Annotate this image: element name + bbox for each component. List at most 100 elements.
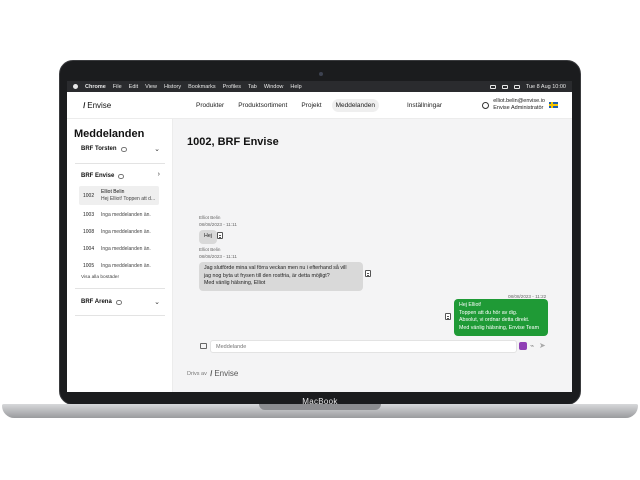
message-input[interactable] <box>216 343 496 350</box>
control-center-icon[interactable] <box>513 84 520 89</box>
app-header: \ Envise Produkter Produktsortiment Proj… <box>67 92 572 119</box>
nav-produkter[interactable]: Produkter <box>192 99 228 112</box>
message-sender: Elliot Belin <box>199 247 221 252</box>
thread-preview: Inga meddelanden än. <box>101 246 151 252</box>
message-meta: Elliot Belin 08/08/2023 - 11:11 <box>199 247 237 261</box>
paperclip-icon[interactable]: ⌁ <box>530 342 534 350</box>
camera <box>319 72 323 76</box>
footer-brand: Envise <box>214 369 239 378</box>
nav-installningar[interactable]: Inställningar <box>403 99 446 112</box>
thread-row-1005[interactable]: 1005 Inga meddelanden än. <box>79 258 159 274</box>
message-meta: Elliot Belin 08/08/2023 - 11:11 <box>199 215 237 229</box>
message-composer <box>210 340 517 353</box>
thread-row-1008[interactable]: 1008 Inga meddelanden än. <box>79 224 159 240</box>
sidebar-title: Meddelanden <box>74 128 145 140</box>
message-line: Toppen att du hör av dig. <box>459 309 518 316</box>
powered-by: Drivs av \ Envise <box>187 369 238 378</box>
menu-window[interactable]: Window <box>264 84 284 90</box>
message-bubble-incoming: Jag slutförde mina val förra veckan men … <box>199 262 363 292</box>
swedish-flag-icon[interactable] <box>549 102 558 109</box>
thread-id: 1003 <box>83 212 95 218</box>
chat-icon <box>120 146 127 152</box>
message-line: Med vänlig hälsning, Elliot <box>204 280 266 287</box>
footer-logo: \ Envise <box>208 369 239 378</box>
envise-logo[interactable]: \ Envise <box>81 101 112 110</box>
screen: Chrome File Edit View History Bookmarks … <box>67 81 572 392</box>
battery-icon[interactable] <box>489 84 496 89</box>
chat-icon <box>118 173 125 179</box>
user-role: Envise Administratör <box>493 105 544 112</box>
nav-meddelanden[interactable]: Meddelanden <box>331 99 379 112</box>
document-icon[interactable] <box>217 232 223 239</box>
show-all-link[interactable]: Visa alla bostäder <box>81 275 119 280</box>
menu-tab[interactable]: Tab <box>248 84 257 90</box>
menu-help[interactable]: Help <box>290 84 301 90</box>
user-info: elliot.belin@envise.io Envise Administra… <box>493 98 545 113</box>
image-attach-icon[interactable] <box>200 343 207 349</box>
menu-history[interactable]: History <box>164 84 181 90</box>
menubar-app-name[interactable]: Chrome <box>85 84 106 90</box>
sidebar: Meddelanden BRF Torsten ⌄ BRF Envise › 1… <box>67 119 173 392</box>
chevron-down-icon[interactable]: ⌄ <box>154 145 160 153</box>
group-name: BRF Torsten <box>81 146 117 152</box>
nav-projekt[interactable]: Projekt <box>297 99 325 112</box>
message-line: Absolut, vi ordnar detta direkt. <box>459 317 530 324</box>
group-name: BRF Arena <box>81 299 112 305</box>
message-sender: Elliot Belin <box>199 215 221 220</box>
message-timestamp: 08/08/2023 - 11:11 <box>199 221 237 227</box>
emoji-button[interactable] <box>519 342 527 350</box>
thread-preview: Inga meddelanden än. <box>101 229 151 235</box>
menu-view[interactable]: View <box>145 84 157 90</box>
message-line: Jag slutförde mina val förra veckan men … <box>204 265 347 271</box>
user-menu[interactable]: elliot.belin@envise.io Envise Administra… <box>482 98 558 113</box>
main-nav: Produkter Produktsortiment Projekt Medde… <box>192 99 446 112</box>
thread-text: Elliot Belin Hej Elliot! Toppen att d... <box>101 189 155 202</box>
menu-edit[interactable]: Edit <box>129 84 138 90</box>
chevron-right-icon[interactable]: › <box>158 171 160 178</box>
divider <box>75 288 165 289</box>
conversation-title: 1002, BRF Envise <box>187 136 279 148</box>
thread-row-1003[interactable]: 1003 Inga meddelanden än. <box>79 207 159 223</box>
mac-menubar: Chrome File Edit View History Bookmarks … <box>67 81 572 92</box>
laptop-scene: Chrome File Edit View History Bookmarks … <box>0 0 640 480</box>
laptop-brand-label: MacBook <box>302 397 338 406</box>
thread-row-1002[interactable]: 1002 Elliot Belin Hej Elliot! Toppen att… <box>79 186 159 205</box>
group-brf-envise[interactable]: BRF Envise <box>81 173 125 179</box>
message-line: Hej Elliot! <box>459 302 482 308</box>
nav-produktsortiment[interactable]: Produktsortiment <box>234 99 291 112</box>
apple-icon[interactable] <box>73 84 78 89</box>
thread-preview: Inga meddelanden än. <box>101 212 151 218</box>
user-email: elliot.belin@envise.io <box>493 98 545 104</box>
message-line: Med vänlig hälsning, Envise Team <box>459 325 539 332</box>
menu-profiles[interactable]: Profiles <box>223 84 241 90</box>
menubar-clock[interactable]: Tue 8 Aug 10:00 <box>526 84 566 90</box>
send-icon[interactable]: ➤ <box>539 341 546 350</box>
envise-logo-mark-icon: \ <box>81 101 87 110</box>
group-brf-arena[interactable]: BRF Arena <box>81 299 122 305</box>
thread-id: 1002 <box>83 192 95 199</box>
thread-id: 1008 <box>83 229 95 235</box>
document-icon[interactable] <box>445 313 451 320</box>
group-name: BRF Envise <box>81 173 115 179</box>
user-icon <box>482 101 490 109</box>
logo-text: Envise <box>87 101 112 110</box>
message-timestamp: 08/08/2023 - 11:11 <box>199 253 237 259</box>
chevron-down-icon[interactable]: ⌄ <box>154 298 160 306</box>
message-bubble-incoming: Hej <box>199 230 217 244</box>
thread-preview: Hej Elliot! Toppen att d... <box>101 195 156 202</box>
thread-id: 1005 <box>83 263 95 269</box>
wifi-icon[interactable] <box>501 84 508 89</box>
group-brf-torsten[interactable]: BRF Torsten <box>81 146 127 152</box>
thread-preview: Inga meddelanden än. <box>101 263 151 269</box>
divider <box>75 163 165 164</box>
message-line: jag nog byta ut frysen till den rostfria… <box>204 272 330 279</box>
chat-icon <box>115 299 122 305</box>
divider <box>75 315 165 316</box>
menu-bookmarks[interactable]: Bookmarks <box>188 84 216 90</box>
message-bubble-outgoing: Hej Elliot! Toppen att du hör av dig. Ab… <box>454 299 548 336</box>
document-icon[interactable] <box>365 270 371 277</box>
envise-logo-mark-icon: \ <box>208 369 214 378</box>
thread-row-1004[interactable]: 1004 Inga meddelanden än. <box>79 241 159 257</box>
thread-id: 1004 <box>83 246 95 252</box>
menu-file[interactable]: File <box>113 84 122 90</box>
